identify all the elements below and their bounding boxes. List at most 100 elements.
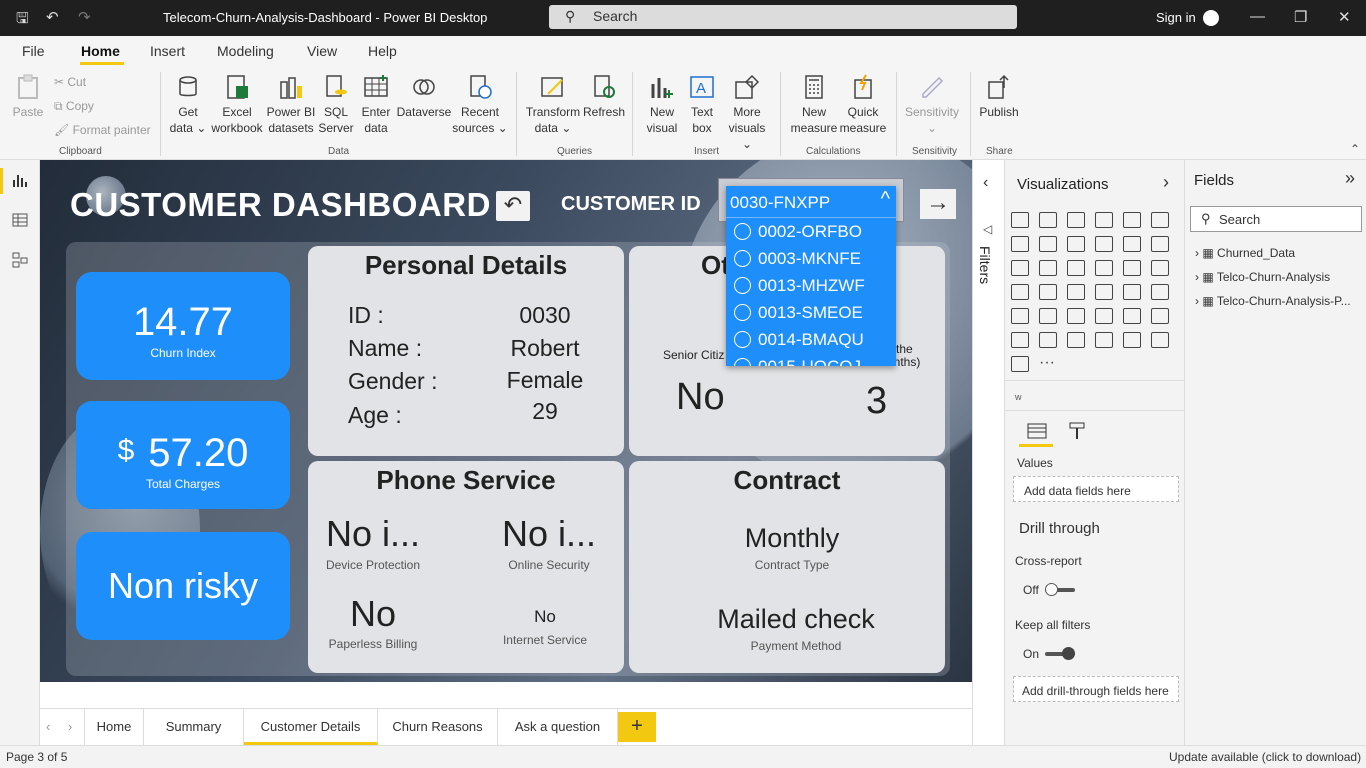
tab-home[interactable]: Home [84, 709, 144, 745]
quick-measure-button[interactable]: Quick measure [838, 74, 888, 136]
data-view-icon[interactable] [12, 212, 28, 228]
tab-summary[interactable]: Summary [144, 709, 244, 745]
enter-data-button[interactable]: Enter data [356, 74, 396, 136]
visual-type-icon[interactable] [1039, 260, 1057, 276]
powerbi-datasets-button[interactable]: Power BI datasets [266, 74, 316, 136]
dropdown-selected[interactable]: 0030-FNXPP ^ [726, 186, 896, 218]
visual-type-icon[interactable] [1123, 236, 1141, 252]
visual-type-icon[interactable] [1123, 332, 1141, 348]
undo-icon[interactable]: ↶ [46, 8, 59, 26]
publish-button[interactable]: Publish [976, 74, 1022, 120]
format-painter-button[interactable]: 🖌 Format painter [54, 122, 151, 138]
close-icon[interactable]: ✕ [1338, 8, 1351, 26]
restore-icon[interactable]: ❐ [1294, 8, 1307, 26]
more-options-icon[interactable]: ··· [1039, 354, 1055, 372]
menu-view[interactable]: View [307, 43, 337, 59]
recent-sources-button[interactable]: Recent sources ⌄ [452, 74, 508, 136]
cut-button[interactable]: ✂ Cut [54, 74, 86, 90]
dropdown-option[interactable]: 0014-BMAQU [726, 326, 896, 353]
more-visuals-button[interactable]: More visuals ⌄ [722, 74, 772, 152]
visual-type-icon[interactable] [1039, 332, 1057, 348]
visual-type-icon[interactable] [1151, 308, 1169, 324]
menu-insert[interactable]: Insert [150, 43, 185, 59]
visual-type-icon[interactable] [1095, 284, 1113, 300]
visual-type-icon[interactable] [1067, 212, 1085, 228]
transform-data-button[interactable]: Transform data ⌄ [524, 74, 582, 136]
table-item[interactable]: › ▦ Telco-Churn-Analysis-P... [1195, 294, 1351, 308]
save-icon[interactable]: 🖫 [16, 8, 29, 33]
tab-scroll-right-icon[interactable]: › [68, 719, 72, 734]
chevron-up-icon[interactable]: ^ [881, 188, 890, 211]
tab-ask-a-question[interactable]: Ask a question [498, 709, 618, 745]
back-button[interactable]: ↶ [496, 191, 530, 221]
visual-type-icon[interactable] [1151, 260, 1169, 276]
chevron-right-icon[interactable]: › [1163, 172, 1169, 193]
visual-type-icon[interactable] [1095, 236, 1113, 252]
fields-search-input[interactable]: ⚲ Search [1190, 206, 1362, 232]
format-paint-icon[interactable] [1067, 422, 1087, 440]
text-box-button[interactable]: A Text box [684, 74, 720, 136]
new-measure-button[interactable]: New measure [788, 74, 840, 136]
visual-type-icon[interactable] [1011, 332, 1029, 348]
table-item[interactable]: › ▦ Telco-Churn-Analysis [1195, 270, 1330, 284]
dropdown-option[interactable]: 0003-MKNFE [726, 245, 896, 272]
dropdown-option[interactable]: 0002-ORFBO [726, 218, 896, 245]
tab-churn-reasons[interactable]: Churn Reasons [378, 709, 498, 745]
visual-type-icon[interactable] [1039, 212, 1057, 228]
visual-type-icon[interactable] [1095, 332, 1113, 348]
new-visual-button[interactable]: New visual [642, 74, 682, 136]
copy-button[interactable]: ⧉ Copy [54, 98, 94, 114]
collapse-pane-icon[interactable]: » [1345, 168, 1355, 189]
visual-type-icon[interactable] [1011, 284, 1029, 300]
get-data-button[interactable]: Get data ⌄ [168, 74, 208, 136]
sensitivity-button[interactable]: Sensitivity ⌄ [902, 74, 962, 136]
tab-customer-details[interactable]: Customer Details [244, 709, 378, 745]
visual-type-icon[interactable] [1123, 212, 1141, 228]
visual-type-icon[interactable] [1151, 236, 1169, 252]
visual-type-icon[interactable] [1095, 260, 1113, 276]
dropdown-option[interactable]: 0013-SMEOE [726, 299, 896, 326]
paste-button[interactable]: Paste [12, 74, 44, 120]
visual-type-icon[interactable] [1151, 332, 1169, 348]
chevron-left-icon[interactable]: ‹ [983, 174, 988, 192]
visual-type-icon[interactable] [1011, 308, 1029, 324]
avatar[interactable] [1203, 10, 1219, 26]
menu-file[interactable]: File [22, 43, 45, 59]
visual-type-icon[interactable] [1011, 236, 1029, 252]
minimize-icon[interactable]: — [1250, 8, 1265, 25]
title-search-box[interactable]: ⚲ Search [549, 5, 1017, 29]
visual-type-icon[interactable] [1067, 308, 1085, 324]
update-available-link[interactable]: Update available (click to download) [1169, 750, 1361, 764]
table-item[interactable]: › ▦ Churned_Data [1195, 246, 1295, 260]
drill-through-drop-zone[interactable]: Add drill-through fields here [1013, 676, 1179, 702]
dataverse-button[interactable]: Dataverse [396, 74, 452, 120]
visual-type-icon[interactable] [1151, 212, 1169, 228]
keep-all-filters-toggle[interactable] [1045, 647, 1075, 660]
sql-server-button[interactable]: SQL Server [316, 74, 356, 136]
refresh-button[interactable]: Refresh [582, 74, 626, 120]
tab-scroll-left-icon[interactable]: ‹ [46, 719, 50, 734]
visual-type-icon[interactable] [1067, 260, 1085, 276]
visual-type-icon[interactable] [1039, 308, 1057, 324]
cross-report-toggle[interactable] [1045, 583, 1075, 596]
visual-type-icon[interactable] [1011, 260, 1029, 276]
collapse-ribbon-icon[interactable]: ⌃ [1350, 142, 1360, 156]
visual-type-icon[interactable] [1067, 284, 1085, 300]
visual-type-icon[interactable] [1067, 332, 1085, 348]
dropdown-option[interactable]: 0013-MHZWF [726, 272, 896, 299]
menu-modeling[interactable]: Modeling [217, 43, 274, 59]
values-drop-zone[interactable]: Add data fields here [1013, 476, 1179, 502]
visual-type-icon[interactable] [1067, 236, 1085, 252]
fields-well-icon[interactable] [1027, 422, 1047, 440]
menu-help[interactable]: Help [368, 43, 397, 59]
excel-workbook-button[interactable]: Excel workbook [208, 74, 266, 136]
redo-icon[interactable]: ↷ [78, 8, 91, 26]
visual-type-icon[interactable] [1095, 308, 1113, 324]
filters-pane-collapsed[interactable]: ‹ ◁ Filters [972, 160, 1005, 745]
dropdown-option[interactable]: 0015-UOCOJ [726, 353, 896, 366]
visual-type-icon[interactable] [1011, 356, 1029, 372]
model-view-icon[interactable] [12, 252, 28, 268]
visual-type-icon[interactable] [1095, 212, 1113, 228]
visual-type-icon[interactable] [1123, 260, 1141, 276]
visual-type-icon[interactable] [1123, 308, 1141, 324]
